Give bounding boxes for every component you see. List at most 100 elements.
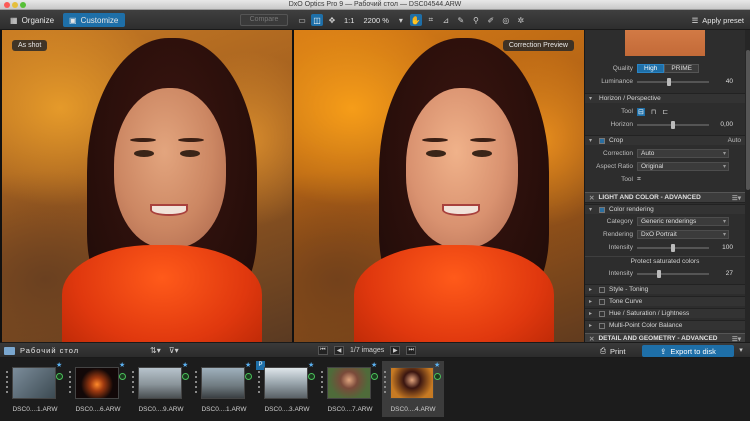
filmstrip-item-selected[interactable]: ★ DSC0....4.ARW [382, 361, 444, 417]
aspect-ratio-row: Aspect Ratio Original [585, 161, 745, 172]
star-icon[interactable]: ★ [182, 361, 188, 369]
rendering-select[interactable]: DxO Portrait [637, 230, 729, 239]
category-select[interactable]: Generic renderings [637, 217, 729, 226]
star-icon[interactable]: ★ [434, 361, 440, 369]
tab-organize[interactable]: ▦ Organize [4, 13, 60, 27]
filter-icon[interactable]: ⊽▾ [169, 346, 179, 355]
color-rendering-section[interactable]: ▾ Color rendering [585, 204, 745, 214]
repair-brush-icon[interactable]: ✐ [485, 14, 497, 26]
slider-thumb[interactable] [657, 269, 661, 278]
close-icon[interactable]: ✕ [589, 335, 594, 343]
scrollbar-thumb[interactable] [746, 50, 750, 190]
intensity2-label: Intensity [608, 270, 633, 277]
red-eye-icon[interactable]: ◎ [500, 14, 512, 26]
panel-scrollbar[interactable] [745, 30, 750, 342]
compare-button[interactable]: Compare [240, 14, 288, 26]
horizon-perspective-section[interactable]: ▾ Horizon / Perspective [585, 93, 745, 103]
crop-enable-checkbox[interactable] [599, 137, 605, 144]
drag-handle[interactable] [258, 371, 260, 395]
color-rendering-checkbox[interactable] [599, 206, 605, 213]
correction-preview-pane[interactable]: Correction Preview [294, 30, 584, 342]
thumbnail-image [201, 367, 245, 399]
star-icon[interactable]: ★ [245, 361, 251, 369]
straighten-tool-icon[interactable]: ⊿ [440, 14, 452, 26]
light-color-palette-header[interactable]: ✕ LIGHT AND COLOR - ADVANCED ☰▾ [585, 192, 745, 203]
split-view-icon[interactable]: ◫ [311, 14, 323, 26]
filmstrip-item[interactable]: ★ DSC0....9.ARW [130, 361, 192, 417]
tab-customize[interactable]: ▣ Customize [63, 13, 125, 27]
filmstrip-item[interactable]: ★ DSC0....1.ARW [193, 361, 255, 417]
zoom-dropdown-icon[interactable]: ▾ [395, 14, 407, 26]
last-image-button[interactable]: ⏭ [406, 346, 417, 355]
star-icon[interactable]: ★ [56, 361, 62, 369]
star-icon[interactable]: ★ [308, 361, 314, 369]
as-shot-pane[interactable]: As shot [2, 30, 292, 342]
close-icon[interactable]: ✕ [589, 194, 594, 202]
horizon-slider[interactable] [637, 120, 709, 129]
luminance-slider[interactable] [637, 77, 709, 86]
aspect-ratio-select[interactable]: Original [637, 162, 729, 171]
drag-handle[interactable] [384, 371, 386, 395]
tone-curve-section[interactable]: ▸ Tone Curve [585, 296, 745, 306]
quality-prime-button[interactable]: PRIME [664, 64, 699, 73]
drag-handle[interactable] [132, 371, 134, 395]
palette-menu-icon[interactable]: ☰▾ [732, 335, 745, 343]
drag-handle[interactable] [195, 371, 197, 395]
print-button[interactable]: ⎙ Print [600, 346, 625, 356]
perspective-rect-icon[interactable]: ⊏ [662, 108, 668, 116]
filmstrip-item[interactable]: ★ DSC0....7.ARW [319, 361, 381, 417]
crop-tool-icon[interactable]: ⌗ [637, 176, 641, 184]
multipoint-checkbox[interactable] [599, 322, 605, 329]
sort-icon[interactable]: ⇅▾ [150, 346, 161, 355]
intensity2-value[interactable]: 27 [713, 270, 733, 277]
tone-curve-checkbox[interactable] [599, 298, 605, 305]
correction-select[interactable]: Auto [637, 149, 729, 158]
star-icon[interactable]: ★ [371, 361, 377, 369]
next-image-button[interactable]: ▶ [390, 346, 401, 355]
style-toning-section[interactable]: ▸ Style - Toning [585, 284, 745, 294]
correction-preview-label: Correction Preview [502, 40, 574, 51]
slider-thumb[interactable] [671, 120, 675, 129]
intensity-value[interactable]: 100 [713, 244, 733, 251]
settings-icon[interactable]: ✲ [515, 14, 527, 26]
current-folder[interactable]: Рабочий стол [4, 346, 79, 355]
perspective-tool-icon[interactable]: ⊓ [651, 108, 656, 116]
eyedropper-icon[interactable]: ✎ [455, 14, 467, 26]
crop-section[interactable]: ▾ Crop Auto [585, 135, 745, 145]
drag-handle[interactable] [321, 371, 323, 395]
move-icon[interactable]: ✥ [326, 14, 338, 26]
slider-thumb[interactable] [667, 77, 671, 86]
single-view-icon[interactable]: ▭ [296, 14, 308, 26]
quality-high-button[interactable]: High [637, 64, 665, 73]
hsl-checkbox[interactable] [599, 310, 605, 317]
palette-menu-icon[interactable]: ☰▾ [732, 194, 745, 202]
intensity-slider[interactable] [637, 243, 709, 252]
luminance-value[interactable]: 40 [713, 78, 733, 85]
horizon-tool-icon[interactable]: ⊟ [637, 107, 645, 116]
filmstrip-item[interactable]: P ★ DSC0....3.ARW [256, 361, 318, 417]
apply-preset-button[interactable]: ☰ Apply preset [692, 14, 744, 26]
slider-thumb[interactable] [671, 243, 675, 252]
hand-tool-icon[interactable]: ✋ [409, 14, 422, 26]
zoom-level-select[interactable]: 2200 % [360, 16, 391, 25]
hsl-section[interactable]: ▸ Hue / Saturation / Lightness [585, 308, 745, 318]
first-image-button[interactable]: ⏮ [318, 346, 328, 355]
drag-handle[interactable] [6, 371, 8, 395]
filmstrip-item[interactable]: ★ DSC0....6.ARW [67, 361, 129, 417]
image-viewer[interactable]: As shot Correction Preview [0, 30, 584, 342]
export-dropdown-icon[interactable]: ▾ [736, 345, 746, 357]
detail-geometry-palette-header[interactable]: ✕ DETAIL AND GEOMETRY - ADVANCED ☰▾ [585, 333, 745, 342]
zoom-1to1-button[interactable]: 1:1 [341, 16, 357, 25]
style-toning-checkbox[interactable] [599, 286, 605, 293]
horizon-value[interactable]: 0,00 [713, 121, 733, 128]
crop-tool-icon[interactable]: ⌗ [425, 14, 437, 26]
drag-handle[interactable] [69, 371, 71, 395]
export-to-disk-button[interactable]: ⇪ Export to disk [642, 345, 734, 357]
prev-image-button[interactable]: ◀ [334, 346, 344, 355]
star-icon[interactable]: ★ [119, 361, 125, 369]
category-label: Category [606, 218, 633, 225]
filmstrip-item[interactable]: ★ DSC0....1.ARW [4, 361, 66, 417]
protect-intensity-slider[interactable] [637, 269, 709, 278]
multipoint-section[interactable]: ▸ Multi-Point Color Balance [585, 320, 745, 330]
white-balance-icon[interactable]: ⚲ [470, 14, 482, 26]
